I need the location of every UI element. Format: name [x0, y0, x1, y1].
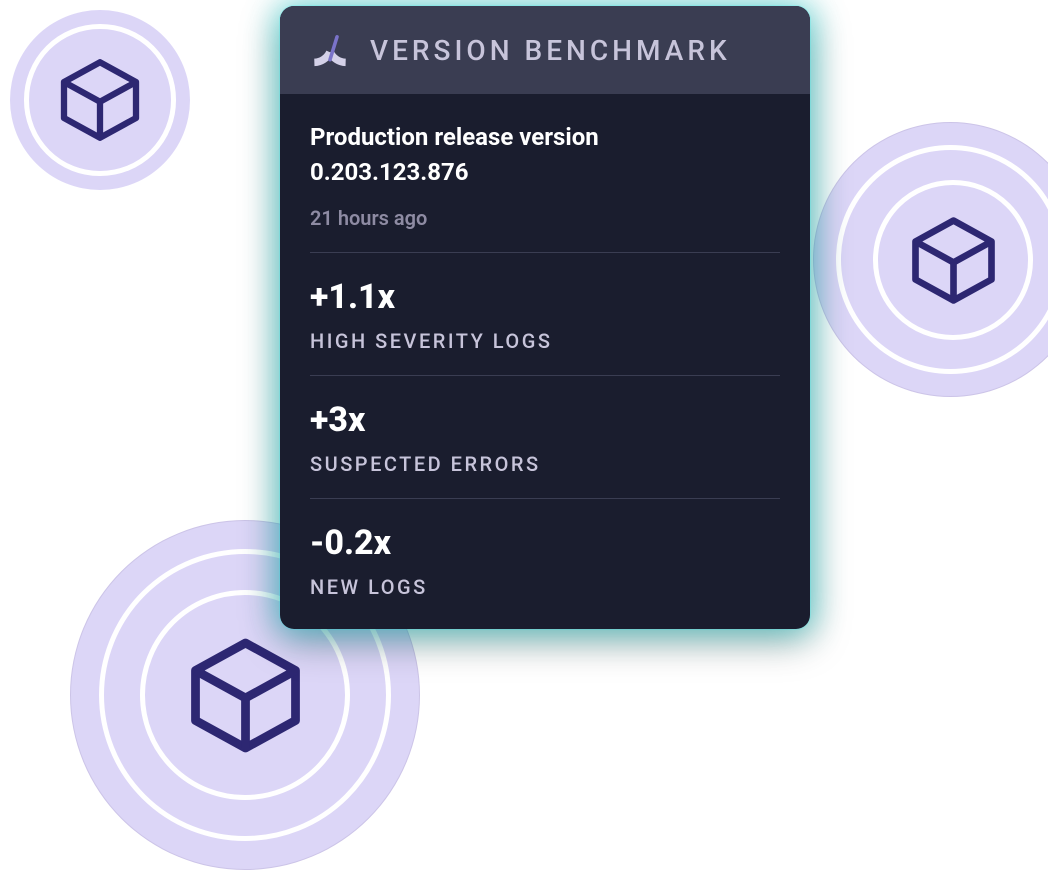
metric-row: -0.2x NEW LOGS [310, 499, 780, 621]
metric-label: NEW LOGS [310, 575, 780, 599]
card-body: Production release version 0.203.123.876… [280, 94, 810, 629]
cube-icon [55, 55, 145, 145]
version-benchmark-card: VERSION BENCHMARK Production release ver… [280, 6, 810, 629]
release-version: 0.203.123.876 [310, 155, 780, 190]
release-time: 21 hours ago [310, 206, 780, 230]
metric-row: +1.1x HIGH SEVERITY LOGS [310, 253, 780, 376]
metric-label: SUSPECTED ERRORS [310, 452, 780, 476]
metric-row: +3x SUSPECTED ERRORS [310, 376, 780, 499]
gauge-icon [308, 28, 352, 72]
release-label: Production release version [310, 120, 780, 155]
cube-badge [858, 165, 1048, 355]
metric-value: -0.2x [310, 523, 780, 563]
cube-icon [183, 633, 308, 758]
metric-value: +3x [310, 400, 780, 440]
metric-value: +1.1x [310, 277, 780, 317]
cube-badge [10, 10, 190, 190]
cube-icon [906, 213, 1001, 308]
release-section: Production release version 0.203.123.876… [310, 94, 780, 253]
card-title: VERSION BENCHMARK [370, 34, 731, 67]
card-header: VERSION BENCHMARK [280, 6, 810, 94]
metric-label: HIGH SEVERITY LOGS [310, 329, 780, 353]
